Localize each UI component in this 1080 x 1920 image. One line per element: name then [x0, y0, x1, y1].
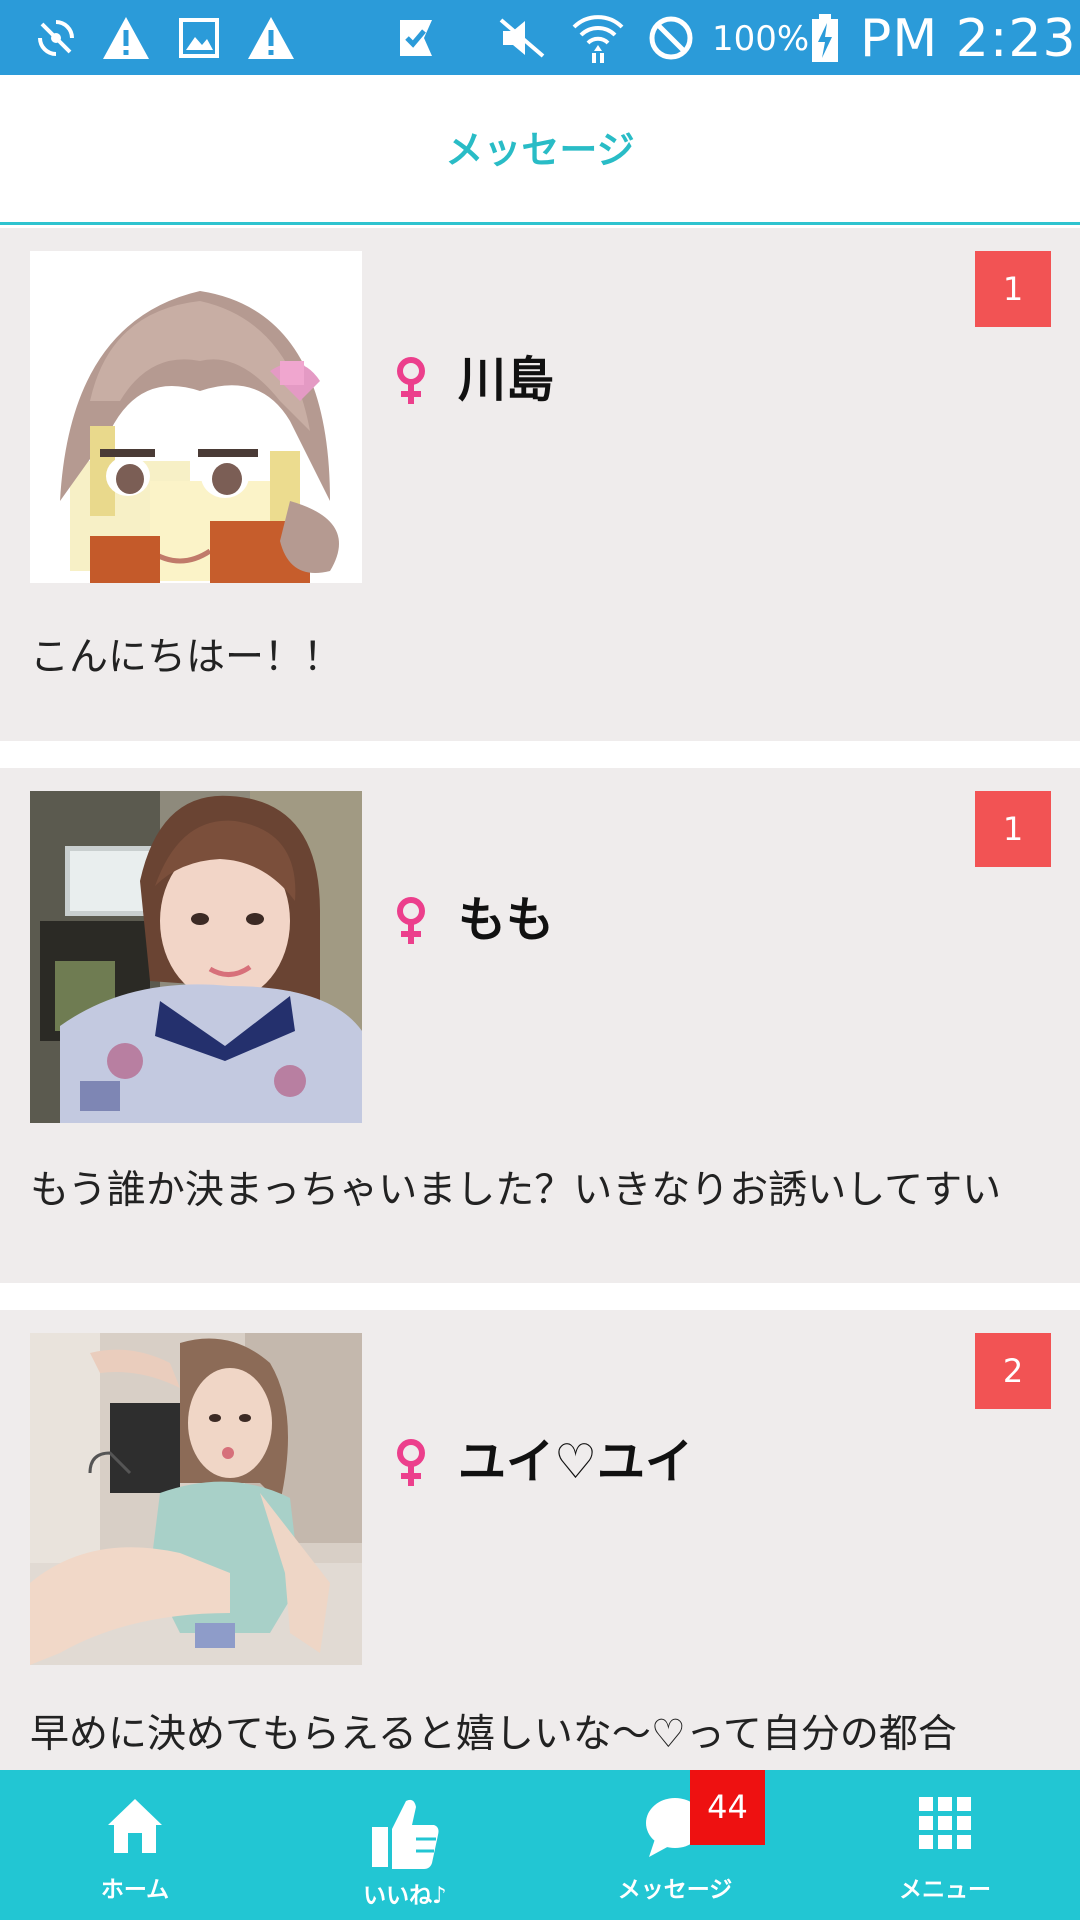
- message-preview: もう誰か決まっちゃいました？いきなりお誘いしてすい: [30, 1168, 1002, 1213]
- message-count-badge: 44: [690, 1770, 765, 1845]
- nav-label: ホーム: [100, 1877, 170, 1903]
- warning-icon: [245, 10, 297, 66]
- female-icon: [393, 896, 429, 946]
- message-thread[interactable]: 川島 1 こんにちはー！！: [0, 228, 1080, 741]
- message-thread[interactable]: もも 1 もう誰か決まっちゃいました？いきなりお誘いしてすい: [0, 768, 1080, 1283]
- unread-badge: 2: [975, 1333, 1051, 1409]
- page-title: メッセージ: [445, 128, 635, 172]
- bottom-navigation: ホーム いいね♪ メッセージ メニュー: [0, 1770, 1080, 1920]
- block-icon: [645, 10, 697, 66]
- nav-label: いいね♪: [363, 1883, 447, 1909]
- app-header: メッセージ: [0, 75, 1080, 225]
- message-thread[interactable]: ユイ♡ユイ 2 早めに決めてもらえると嬉しいな〜♡って自分の都合: [0, 1310, 1080, 1770]
- warning-icon: [100, 10, 152, 66]
- female-icon: [393, 1438, 429, 1488]
- thumbs-up-icon: [270, 1795, 540, 1869]
- female-icon: [393, 356, 429, 406]
- unread-badge: 1: [975, 791, 1051, 867]
- avatar: [30, 251, 362, 583]
- nav-label: メニュー: [899, 1877, 991, 1903]
- message-thread-list[interactable]: 川島 1 こんにちはー！！ もも 1 もう誰か決まっちゃいました？いきなりお誘い…: [0, 228, 1080, 1770]
- chat-bubble-icon: [540, 1795, 810, 1865]
- sync-off-icon: [32, 10, 80, 66]
- nav-home[interactable]: ホーム: [0, 1770, 270, 1920]
- unread-badge: 1: [975, 251, 1051, 327]
- grid-menu-icon: [810, 1795, 1080, 1865]
- status-bar: 100% PM 2:23: [0, 0, 1080, 75]
- check-flag-icon: [394, 10, 440, 66]
- image-icon: [176, 10, 222, 66]
- nav-label: メッセージ: [617, 1877, 733, 1903]
- nav-likes[interactable]: いいね♪: [270, 1770, 540, 1920]
- user-name: ユイ♡ユイ: [458, 1434, 694, 1490]
- clock: PM 2:23: [860, 9, 1077, 69]
- user-name: もも: [458, 892, 555, 948]
- battery-charging-icon: [808, 10, 842, 66]
- nav-messages[interactable]: メッセージ: [540, 1770, 810, 1920]
- avatar: [30, 791, 362, 1123]
- user-name: 川島: [458, 352, 555, 408]
- avatar: [30, 1333, 362, 1665]
- message-preview: こんにちはー！！: [30, 635, 343, 680]
- battery-percent: 100%: [712, 19, 810, 59]
- wifi-icon: [570, 10, 626, 66]
- home-icon: [0, 1795, 270, 1865]
- nav-menu[interactable]: メニュー: [810, 1770, 1080, 1920]
- mute-icon: [496, 10, 548, 66]
- message-preview: 早めに決めてもらえると嬉しいな〜♡って自分の都合: [30, 1712, 957, 1757]
